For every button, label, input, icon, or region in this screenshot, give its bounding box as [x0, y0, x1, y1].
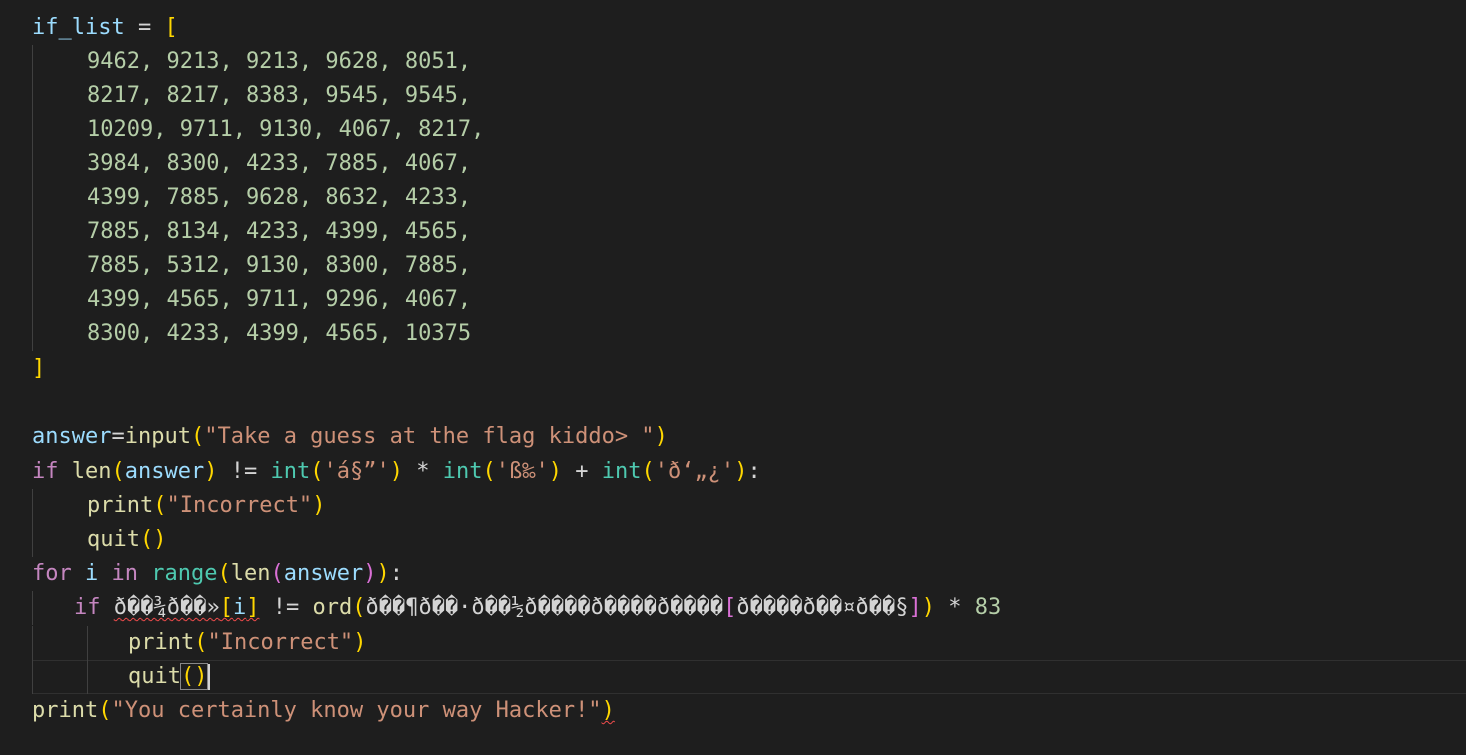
indent-guide — [32, 113, 33, 147]
list-row: 8300, 4233, 4399, 4565, 10375 — [0, 317, 1466, 351]
indent-guide — [32, 45, 33, 79]
code-line: print("You certainly know your way Hacke… — [32, 698, 615, 723]
code-editor[interactable]: if_list = [ 9462, 9213, 9213, 9628, 8051… — [0, 0, 1466, 755]
indent-guide — [32, 215, 33, 249]
indent-guide — [32, 660, 33, 694]
indent-guide — [32, 591, 33, 625]
list-row: 8217, 8217, 8383, 9545, 9545, — [0, 79, 1466, 113]
indent-guide — [32, 181, 33, 215]
list-row: 4399, 7885, 9628, 8632, 4233, — [0, 181, 1466, 215]
indent-guide — [32, 523, 33, 557]
indent-guide — [32, 147, 33, 181]
indent-guide — [87, 660, 88, 694]
code-line: if ð��¾ð��»[i] != ord(ð��¶ð��·ð��½ð����ð… — [0, 591, 1466, 625]
current-line-highlight — [32, 660, 1466, 694]
indent-guide — [32, 489, 33, 523]
list-row: 7885, 5312, 9130, 8300, 7885, — [0, 249, 1466, 283]
code-line: ] — [0, 352, 1466, 386]
list-row: 9462, 9213, 9213, 9628, 8051, — [0, 45, 1466, 79]
code-line: for i in range(len(answer)): — [32, 561, 403, 586]
list-row: 4399, 4565, 9711, 9296, 4067, — [0, 283, 1466, 317]
code-line: if_list = [ — [32, 15, 178, 40]
bracket-match: () — [180, 663, 209, 690]
code-line: quit() — [0, 523, 1466, 557]
code-line: print("Incorrect") — [0, 626, 1466, 660]
text-cursor — [208, 664, 211, 690]
indent-guide — [32, 283, 33, 317]
indent-guide — [87, 626, 88, 660]
bracket-open: [ — [164, 15, 178, 40]
list-row: 7885, 8134, 4233, 4399, 4565, — [0, 215, 1466, 249]
list-row: 3984, 8300, 4233, 7885, 4067, — [0, 147, 1466, 181]
indent-guide — [32, 317, 33, 351]
list-row: 10209, 9711, 9130, 4067, 8217, — [0, 113, 1466, 147]
indent-guide — [32, 79, 33, 113]
code-line: print("Incorrect") — [0, 489, 1466, 523]
bracket-close: ] — [32, 356, 46, 381]
indent-guide — [32, 626, 33, 660]
code-line: if len(answer) != int('á§”') * int('ß‰')… — [32, 459, 761, 484]
indent-guide — [32, 249, 33, 283]
list-variable: if_list — [32, 15, 125, 40]
code-line: answer=input("Take a guess at the flag k… — [32, 424, 668, 449]
error-squiggle: ð��¾ð��»[i] — [113, 595, 260, 620]
error-squiggle: ) — [601, 698, 615, 723]
current-line[interactable]: quit() — [0, 660, 1466, 694]
